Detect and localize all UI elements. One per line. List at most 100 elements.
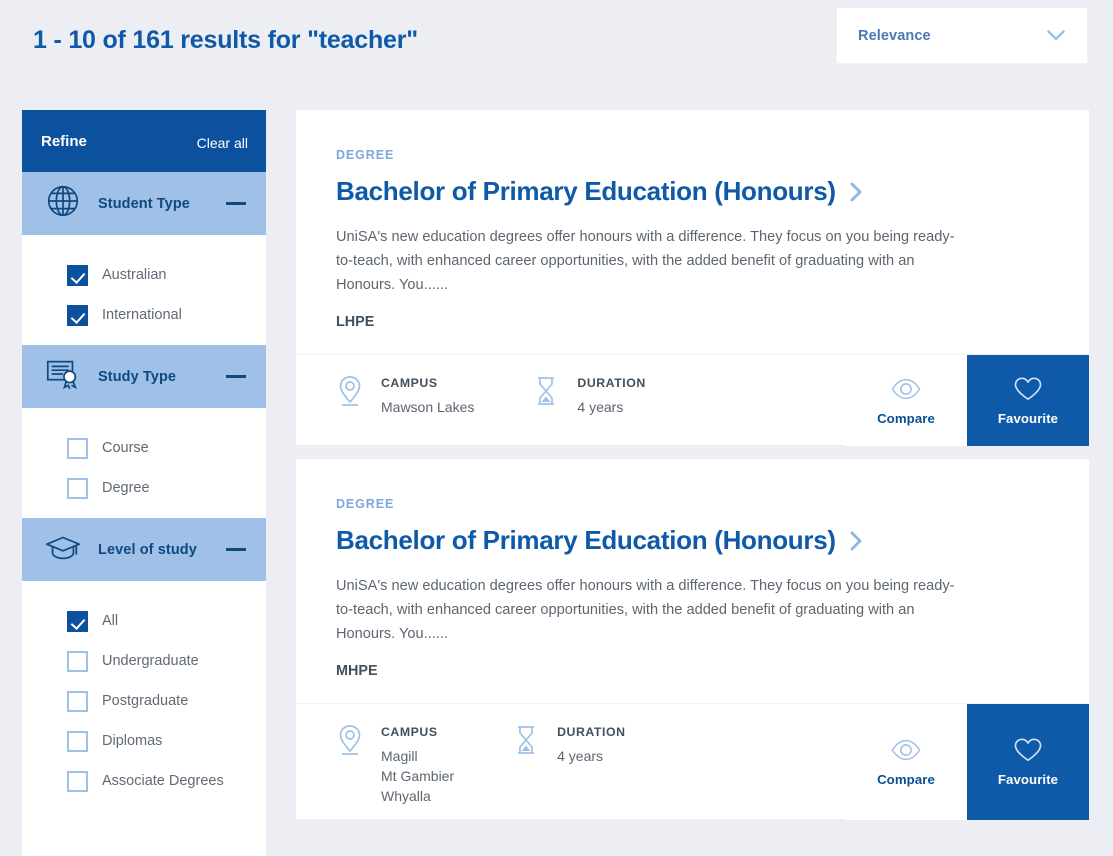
result-type-label: DEGREE [336,148,395,162]
chevron-right-icon[interactable] [836,182,863,202]
minus-icon[interactable] [226,375,246,378]
favourite-label: Favourite [997,772,1059,787]
checkbox[interactable] [67,690,88,712]
results-list: DEGREE Bachelor of Primary Education (Hon… [296,110,1089,833]
compare-label: Compare [877,410,935,426]
filter-option-label: Australian [102,267,167,283]
compare-button[interactable]: Compare [845,704,967,820]
facet-title: Student Type [98,195,190,212]
filter-option-label: Undergraduate [102,653,199,669]
checkbox[interactable] [67,477,88,499]
compare-button[interactable]: Compare [845,355,967,446]
campus-label: CAMPUS [381,725,438,739]
result-type-label: DEGREE [336,497,395,511]
filter-option-degree[interactable]: Degree [22,468,266,508]
hourglass-icon [512,723,540,762]
filter-option-label: Degree [102,480,150,496]
certificate-icon [43,355,83,398]
minus-icon[interactable] [226,548,246,551]
refine-title: Refine [41,133,87,150]
checkbox[interactable] [67,264,88,286]
campus-info: CAMPUS Mawson Lakes [336,355,474,417]
duration-info: DURATION 4 years [512,704,625,766]
page-title: 1 - 10 of 161 results for "teacher" [33,26,418,54]
eye-icon [891,376,921,402]
result-card-footer: CAMPUS Magill Mt Gambier Whyalla DURATION 4 y… [296,703,1089,820]
results-header: 1 - 10 of 161 results for "teacher" Rele… [0,0,1113,86]
checkbox[interactable] [67,304,88,326]
filter-option-label: Course [102,440,149,456]
checkbox[interactable] [67,610,88,632]
compare-label: Compare [877,772,935,787]
filter-option-australian[interactable]: Australian [22,255,266,295]
facet-header-student-type[interactable]: Student Type [22,172,266,235]
heart-icon [1013,737,1043,763]
campus-value: Magill Mt Gambier Whyalla [381,748,455,804]
campus-value: Mawson Lakes [381,399,475,415]
heart-icon [1013,376,1043,402]
graduation-cap-icon [43,528,83,571]
campus-label: CAMPUS [381,376,438,390]
checkbox[interactable] [67,650,88,672]
filter-option-label: Diplomas [102,733,163,749]
filter-option-label: Postgraduate [102,693,189,709]
result-title-row[interactable]: Bachelor of Primary Education (Honours) [336,176,1045,207]
filter-option-diplomas[interactable]: Diplomas [22,721,266,761]
result-description: UniSA's new education degrees offer hono… [336,229,955,293]
eye-icon [891,737,921,763]
filter-option-label: International [102,307,182,323]
filter-option-associate-degrees[interactable]: Associate Degrees [22,761,266,801]
sort-dropdown-value: Relevance [858,27,931,44]
facet-options: Course Degree [22,408,266,518]
favourite-button[interactable]: Favourite [967,355,1089,446]
result-code: MHPE [336,663,378,679]
search-results-page: 1 - 10 of 161 results for "teacher" Rele… [0,0,1113,856]
campus-info: CAMPUS Magill Mt Gambier Whyalla [336,704,454,806]
refine-header: Refine Clear all [22,110,266,172]
facet-options: All Undergraduate Postgraduate Diplomas Asso… [22,581,266,811]
result-title[interactable]: Bachelor of Primary Education (Honours) [336,176,836,207]
facet-list: Student Type Australian International Study… [22,172,266,811]
duration-info: DURATION 4 years [532,355,645,417]
checkbox[interactable] [67,770,88,792]
result-code: LHPE [336,314,375,330]
sort-dropdown[interactable]: Relevance [836,7,1088,64]
filter-option-label: Associate Degrees [102,773,224,789]
result-description: UniSA's new education degrees offer hono… [336,578,955,642]
map-pin-icon [336,723,364,762]
filter-option-international[interactable]: International [22,295,266,335]
result-card: DEGREE Bachelor of Primary Education (Hon… [296,110,1089,446]
chevron-right-icon[interactable] [836,531,863,551]
facet-header-study-type[interactable]: Study Type [22,345,266,408]
map-pin-icon [336,374,364,413]
duration-value: 4 years [557,748,604,764]
duration-value: 4 years [577,399,624,415]
result-actions: Compare Favourite [845,704,1089,820]
duration-label: DURATION [577,376,646,390]
result-card-body: DEGREE Bachelor of Primary Education (Hon… [296,110,1089,354]
filter-option-all[interactable]: All [22,601,266,641]
clear-all-button[interactable]: Clear all [197,135,248,151]
filter-option-label: All [102,613,119,629]
result-card-body: DEGREE Bachelor of Primary Education (Hon… [296,459,1089,703]
minus-icon[interactable] [226,202,246,205]
globe-icon [43,182,83,225]
duration-label: DURATION [557,725,626,739]
result-title-row[interactable]: Bachelor of Primary Education (Honours) [336,525,1045,556]
filter-option-course[interactable]: Course [22,428,266,468]
checkbox[interactable] [67,730,88,752]
result-actions: Compare Favourite [845,355,1089,446]
favourite-button[interactable]: Favourite [967,704,1089,820]
checkbox[interactable] [67,437,88,459]
favourite-label: Favourite [997,410,1059,426]
facet-options: Australian International [22,235,266,345]
filter-option-undergraduate[interactable]: Undergraduate [22,641,266,681]
chevron-down-icon [1047,30,1065,41]
facet-title: Study Type [98,368,177,385]
refine-sidebar: Refine Clear all Student Type Australian I… [22,110,266,856]
filter-option-postgraduate[interactable]: Postgraduate [22,681,266,721]
facet-header-level-of-study[interactable]: Level of study [22,518,266,581]
result-card: DEGREE Bachelor of Primary Education (Hon… [296,459,1089,820]
result-title[interactable]: Bachelor of Primary Education (Honours) [336,525,836,556]
facet-title: Level of study [98,541,197,558]
